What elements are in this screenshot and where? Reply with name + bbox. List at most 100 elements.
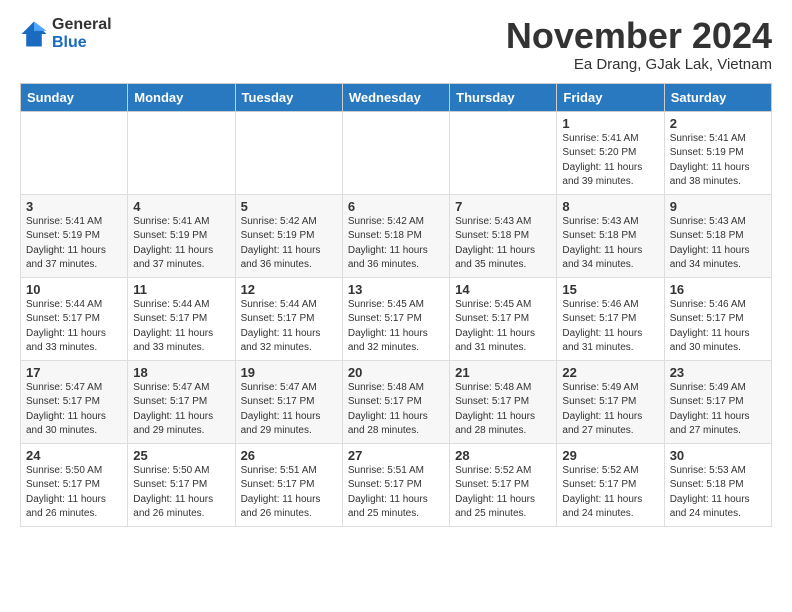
day-info: Sunrise: 5:44 AM Sunset: 5:17 PM Dayligh… [241, 298, 337, 356]
calendar-week-row: 24Sunrise: 5:50 AM Sunset: 5:17 PM Dayli… [21, 443, 772, 526]
day-info: Sunrise: 5:52 AM Sunset: 5:17 PM Dayligh… [562, 464, 658, 522]
day-info: Sunrise: 5:41 AM Sunset: 5:20 PM Dayligh… [562, 132, 658, 190]
calendar-cell: 23Sunrise: 5:49 AM Sunset: 5:17 PM Dayli… [664, 360, 771, 443]
header: General Blue November 2024 Ea Drang, GJa… [20, 16, 772, 73]
calendar-cell: 21Sunrise: 5:48 AM Sunset: 5:17 PM Dayli… [450, 360, 557, 443]
title-section: November 2024 Ea Drang, GJak Lak, Vietna… [506, 16, 772, 73]
logo-text: General Blue [52, 16, 112, 51]
day-info: Sunrise: 5:50 AM Sunset: 5:17 PM Dayligh… [26, 464, 122, 522]
day-info: Sunrise: 5:52 AM Sunset: 5:17 PM Dayligh… [455, 464, 551, 522]
calendar-cell: 22Sunrise: 5:49 AM Sunset: 5:17 PM Dayli… [557, 360, 664, 443]
day-number: 14 [455, 282, 551, 297]
calendar-cell: 6Sunrise: 5:42 AM Sunset: 5:18 PM Daylig… [342, 194, 449, 277]
calendar-cell: 26Sunrise: 5:51 AM Sunset: 5:17 PM Dayli… [235, 443, 342, 526]
day-info: Sunrise: 5:42 AM Sunset: 5:18 PM Dayligh… [348, 215, 444, 273]
day-number: 15 [562, 282, 658, 297]
day-number: 19 [241, 365, 337, 380]
calendar-cell [342, 111, 449, 194]
calendar-cell: 7Sunrise: 5:43 AM Sunset: 5:18 PM Daylig… [450, 194, 557, 277]
calendar-header-sunday: Sunday [21, 83, 128, 111]
day-info: Sunrise: 5:46 AM Sunset: 5:17 PM Dayligh… [562, 298, 658, 356]
calendar-cell: 17Sunrise: 5:47 AM Sunset: 5:17 PM Dayli… [21, 360, 128, 443]
calendar-cell: 8Sunrise: 5:43 AM Sunset: 5:18 PM Daylig… [557, 194, 664, 277]
calendar-cell: 24Sunrise: 5:50 AM Sunset: 5:17 PM Dayli… [21, 443, 128, 526]
calendar-cell: 30Sunrise: 5:53 AM Sunset: 5:18 PM Dayli… [664, 443, 771, 526]
calendar-week-row: 17Sunrise: 5:47 AM Sunset: 5:17 PM Dayli… [21, 360, 772, 443]
day-number: 3 [26, 199, 122, 214]
day-number: 7 [455, 199, 551, 214]
day-info: Sunrise: 5:45 AM Sunset: 5:17 PM Dayligh… [348, 298, 444, 356]
calendar-cell [450, 111, 557, 194]
day-number: 2 [670, 116, 766, 131]
day-info: Sunrise: 5:49 AM Sunset: 5:17 PM Dayligh… [670, 381, 766, 439]
day-info: Sunrise: 5:44 AM Sunset: 5:17 PM Dayligh… [133, 298, 229, 356]
calendar-header-monday: Monday [128, 83, 235, 111]
calendar-cell: 3Sunrise: 5:41 AM Sunset: 5:19 PM Daylig… [21, 194, 128, 277]
calendar-cell: 25Sunrise: 5:50 AM Sunset: 5:17 PM Dayli… [128, 443, 235, 526]
calendar-cell: 14Sunrise: 5:45 AM Sunset: 5:17 PM Dayli… [450, 277, 557, 360]
month-title: November 2024 [506, 16, 772, 56]
calendar-week-row: 3Sunrise: 5:41 AM Sunset: 5:19 PM Daylig… [21, 194, 772, 277]
day-number: 8 [562, 199, 658, 214]
day-info: Sunrise: 5:47 AM Sunset: 5:17 PM Dayligh… [241, 381, 337, 439]
calendar-cell: 13Sunrise: 5:45 AM Sunset: 5:17 PM Dayli… [342, 277, 449, 360]
day-number: 1 [562, 116, 658, 131]
calendar-cell: 9Sunrise: 5:43 AM Sunset: 5:18 PM Daylig… [664, 194, 771, 277]
calendar-week-row: 10 Sunrise: 5:44 AM Sunset: 5:17 PM Dayli… [21, 277, 772, 360]
calendar-cell [21, 111, 128, 194]
day-number: 16 [670, 282, 766, 297]
calendar-cell: 11Sunrise: 5:44 AM Sunset: 5:17 PM Dayli… [128, 277, 235, 360]
day-info: Sunrise: 5:50 AM Sunset: 5:17 PM Dayligh… [133, 464, 229, 522]
day-number: 11 [133, 282, 229, 297]
day-number: 6 [348, 199, 444, 214]
calendar-header-saturday: Saturday [664, 83, 771, 111]
logo-general-text: General [52, 16, 112, 34]
day-info: Sunrise: 5:46 AM Sunset: 5:17 PM Dayligh… [670, 298, 766, 356]
calendar-header-tuesday: Tuesday [235, 83, 342, 111]
logo-blue-text: Blue [52, 34, 112, 52]
day-info: Sunrise: 5:42 AM Sunset: 5:19 PM Dayligh… [241, 215, 337, 273]
calendar-cell: 5Sunrise: 5:42 AM Sunset: 5:19 PM Daylig… [235, 194, 342, 277]
day-info: Sunrise: 5:43 AM Sunset: 5:18 PM Dayligh… [562, 215, 658, 273]
day-info: Sunrise: 5:41 AM Sunset: 5:19 PM Dayligh… [26, 215, 122, 273]
calendar-cell: 19Sunrise: 5:47 AM Sunset: 5:17 PM Dayli… [235, 360, 342, 443]
calendar-cell: 1Sunrise: 5:41 AM Sunset: 5:20 PM Daylig… [557, 111, 664, 194]
day-info: Sunrise: 5:43 AM Sunset: 5:18 PM Dayligh… [455, 215, 551, 273]
calendar-cell: 4Sunrise: 5:41 AM Sunset: 5:19 PM Daylig… [128, 194, 235, 277]
day-number: 4 [133, 199, 229, 214]
calendar-cell: 12Sunrise: 5:44 AM Sunset: 5:17 PM Dayli… [235, 277, 342, 360]
logo: General Blue [20, 16, 112, 51]
calendar-header-friday: Friday [557, 83, 664, 111]
day-info: Sunrise: 5:43 AM Sunset: 5:18 PM Dayligh… [670, 215, 766, 273]
calendar-header-wednesday: Wednesday [342, 83, 449, 111]
calendar-cell: 29Sunrise: 5:52 AM Sunset: 5:17 PM Dayli… [557, 443, 664, 526]
calendar-cell: 27Sunrise: 5:51 AM Sunset: 5:17 PM Dayli… [342, 443, 449, 526]
calendar-cell: 16Sunrise: 5:46 AM Sunset: 5:17 PM Dayli… [664, 277, 771, 360]
day-number: 26 [241, 448, 337, 463]
day-info: Sunrise: 5:48 AM Sunset: 5:17 PM Dayligh… [455, 381, 551, 439]
calendar-cell: 18Sunrise: 5:47 AM Sunset: 5:17 PM Dayli… [128, 360, 235, 443]
day-info: Sunrise: 5:45 AM Sunset: 5:17 PM Dayligh… [455, 298, 551, 356]
day-number: 25 [133, 448, 229, 463]
day-number: 17 [26, 365, 122, 380]
day-number: 30 [670, 448, 766, 463]
calendar-cell: 28Sunrise: 5:52 AM Sunset: 5:17 PM Dayli… [450, 443, 557, 526]
calendar-cell [235, 111, 342, 194]
day-number: 10 [26, 282, 122, 297]
day-number: 13 [348, 282, 444, 297]
calendar-cell: 10Sunrise: 5:44 AM Sunset: 5:17 PM Dayli… [21, 277, 128, 360]
day-info: Sunrise: 5:47 AM Sunset: 5:17 PM Dayligh… [26, 381, 122, 439]
day-number: 23 [670, 365, 766, 380]
day-number: 5 [241, 199, 337, 214]
day-number: 29 [562, 448, 658, 463]
day-info: Sunrise: 5:51 AM Sunset: 5:17 PM Dayligh… [348, 464, 444, 522]
calendar-cell: 2Sunrise: 5:41 AM Sunset: 5:19 PM Daylig… [664, 111, 771, 194]
calendar-cell: 20Sunrise: 5:48 AM Sunset: 5:17 PM Dayli… [342, 360, 449, 443]
day-number: 27 [348, 448, 444, 463]
day-info: Sunrise: 5:41 AM Sunset: 5:19 PM Dayligh… [670, 132, 766, 190]
day-number: 28 [455, 448, 551, 463]
day-number: 20 [348, 365, 444, 380]
day-number: 21 [455, 365, 551, 380]
page: General Blue November 2024 Ea Drang, GJa… [0, 0, 792, 537]
day-info: Sunrise: 5:47 AM Sunset: 5:17 PM Dayligh… [133, 381, 229, 439]
